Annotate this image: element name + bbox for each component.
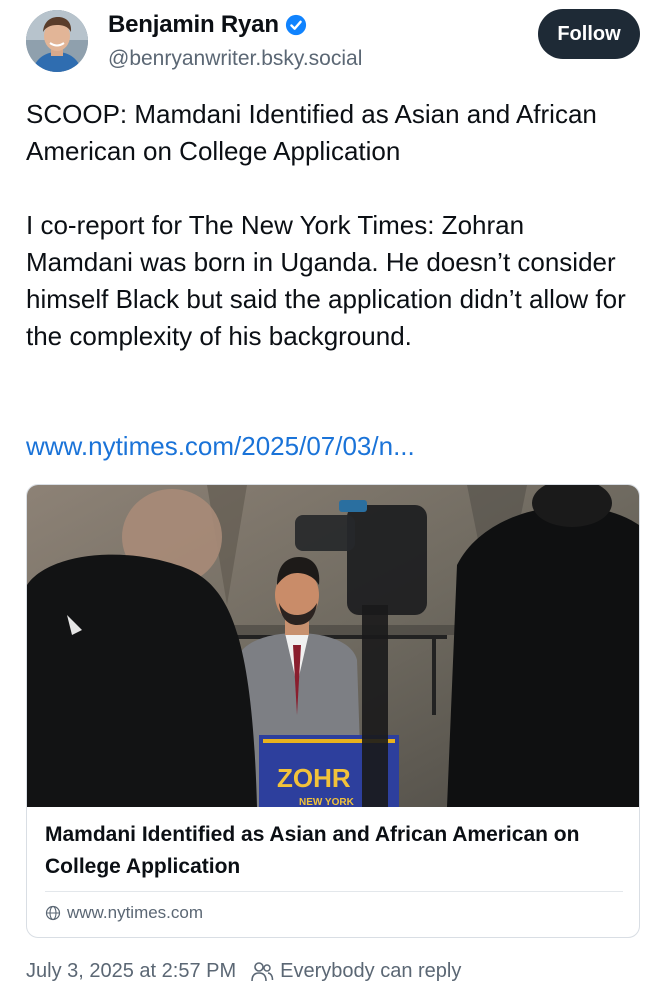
podium-sign-subtext: NEW YORK xyxy=(299,797,355,807)
avatar-image xyxy=(26,10,88,72)
link-preview-image: ZOHR NEW YORK xyxy=(27,485,639,808)
author-display-name[interactable]: Benjamin Ryan xyxy=(108,11,279,39)
post-timestamp[interactable]: July 3, 2025 at 2:57 PM xyxy=(26,960,236,983)
post-paragraph: SCOOP: Mamdani Identified as Asian and A… xyxy=(26,99,597,166)
people-icon xyxy=(251,961,274,981)
author-name-row: Benjamin Ryan xyxy=(108,11,307,39)
verified-badge-icon[interactable] xyxy=(285,14,307,36)
podium-sign-text: ZOHR xyxy=(277,763,351,793)
post-header: Benjamin Ryan @benryanwriter.bsky.social… xyxy=(0,0,665,90)
post-paragraph: I co-report for The New York Times: Zohr… xyxy=(26,210,626,351)
author-handle[interactable]: @benryanwriter.bsky.social xyxy=(108,47,362,71)
link-preview-card[interactable]: ZOHR NEW YORK Mamdani Identified as Asia… xyxy=(26,484,640,938)
reply-setting[interactable]: Everybody can reply xyxy=(280,960,461,983)
post-meta: July 3, 2025 at 2:57 PM Everybody can re… xyxy=(26,960,461,983)
card-divider xyxy=(45,891,623,892)
post-body: SCOOP: Mamdani Identified as Asian and A… xyxy=(26,96,636,355)
author-avatar[interactable] xyxy=(26,10,88,72)
post-link[interactable]: www.nytimes.com/2025/07/03/n... xyxy=(26,428,415,465)
link-preview-title[interactable]: Mamdani Identified as Asian and African … xyxy=(45,819,623,883)
globe-icon xyxy=(45,905,61,921)
link-preview-domain-row: www.nytimes.com xyxy=(45,903,203,923)
link-preview-domain: www.nytimes.com xyxy=(67,903,204,922)
follow-button[interactable]: Follow xyxy=(538,9,640,59)
